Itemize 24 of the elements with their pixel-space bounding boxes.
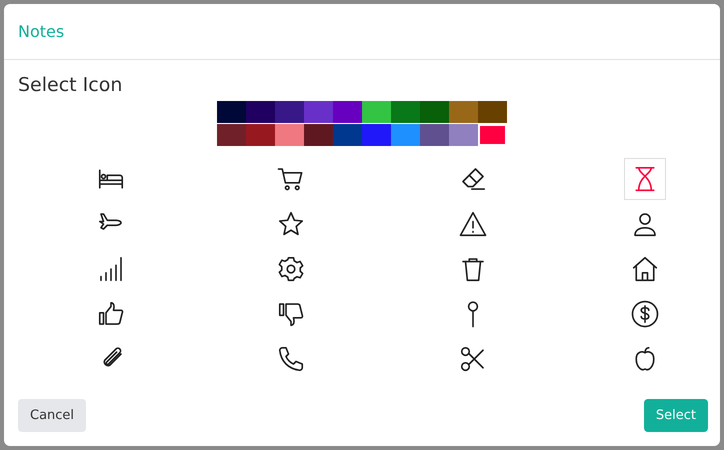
section-heading: Select Icon — [18, 74, 124, 96]
color-swatch[interactable] — [478, 124, 507, 146]
color-swatch[interactable] — [333, 124, 362, 146]
color-swatch[interactable] — [449, 101, 478, 123]
color-swatch[interactable] — [391, 124, 420, 146]
color-swatch[interactable] — [362, 101, 391, 123]
color-swatch[interactable] — [449, 124, 478, 146]
color-swatch[interactable] — [420, 124, 449, 146]
color-swatch[interactable] — [246, 101, 275, 123]
color-swatch[interactable] — [217, 124, 246, 146]
color-swatch[interactable] — [275, 101, 304, 123]
color-swatch[interactable] — [362, 124, 391, 146]
color-swatch[interactable] — [275, 124, 304, 146]
color-swatch[interactable] — [304, 124, 333, 146]
color-swatch[interactable] — [333, 101, 362, 123]
cancel-button[interactable]: Cancel — [18, 399, 86, 432]
dialog-title: Notes — [18, 22, 64, 41]
color-swatch[interactable] — [246, 124, 275, 146]
color-swatch[interactable] — [217, 101, 246, 123]
color-swatch[interactable] — [391, 101, 420, 123]
color-swatch[interactable] — [420, 101, 449, 123]
color-swatch[interactable] — [478, 101, 507, 123]
hourglass-icon[interactable] — [624, 158, 666, 200]
color-swatch[interactable] — [304, 101, 333, 123]
